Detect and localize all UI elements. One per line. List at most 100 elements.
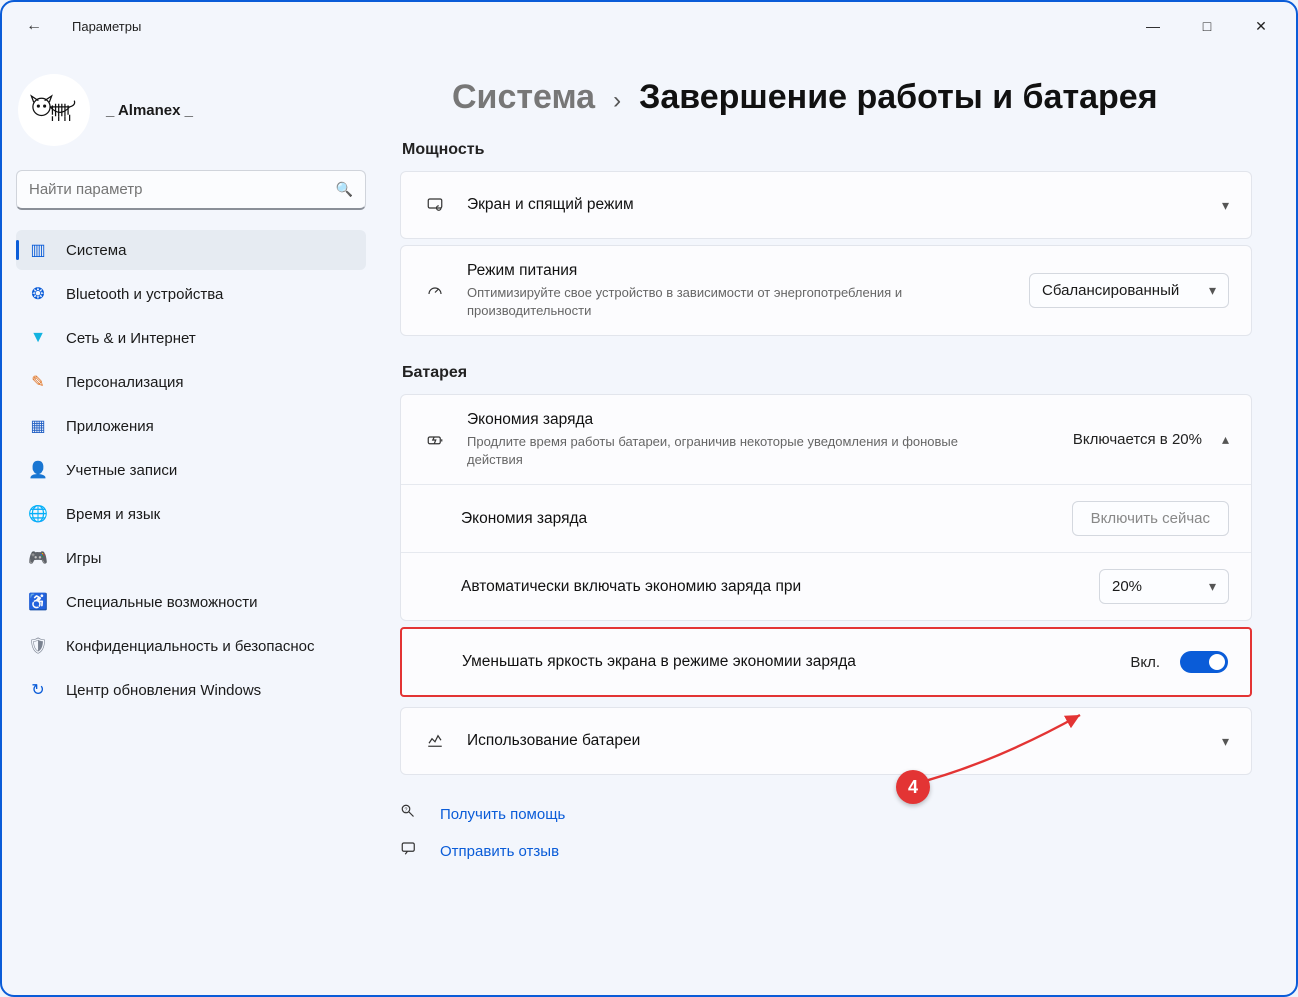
sidebar-nav: ▥ Система ❂ Bluetooth и устройства ▼ Сет…	[16, 230, 366, 710]
row-saver-auto: Автоматически включать экономию заряда п…	[401, 552, 1251, 620]
sidebar-item-label: Центр обновления Windows	[66, 682, 261, 699]
footer-links: ? Получить помощь Отправить отзыв	[400, 803, 1252, 863]
sidebar-item-label: Игры	[66, 550, 101, 567]
row-title: Экономия заряда	[467, 411, 1053, 429]
turn-on-now-button[interactable]: Включить сейчас	[1072, 501, 1229, 536]
select-value: Сбалансированный	[1042, 282, 1179, 299]
update-icon: ↻	[28, 680, 48, 700]
sidebar-item-label: Конфиденциальность и безопаснос	[66, 638, 314, 655]
sidebar-item-accounts[interactable]: 👤 Учетные записи	[16, 450, 366, 490]
row-title: Уменьшать яркость экрана в режиме эконом…	[462, 653, 1110, 671]
apps-icon: ▦	[28, 416, 48, 436]
row-title: Экран и спящий режим	[467, 196, 1202, 214]
dim-brightness-toggle[interactable]	[1180, 651, 1228, 673]
section-power-label: Мощность	[402, 141, 1252, 159]
give-feedback-link[interactable]: Отправить отзыв	[400, 840, 1252, 863]
sidebar-item-label: Bluetooth и устройства	[66, 286, 223, 303]
globe-icon: 🌐	[28, 504, 48, 524]
svg-text:?: ?	[405, 807, 408, 813]
sidebar-item-gaming[interactable]: 🎮 Игры	[16, 538, 366, 578]
main-content: Система › Завершение работы и батарея Мо…	[380, 50, 1296, 995]
row-battery-saver-header[interactable]: Экономия заряда Продлите время работы ба…	[401, 395, 1251, 484]
link-label: Отправить отзыв	[440, 843, 559, 860]
row-title: Использование батареи	[467, 732, 1202, 750]
chevron-right-icon: ›	[613, 87, 621, 115]
breadcrumb-parent[interactable]: Система	[452, 78, 595, 117]
chevron-down-icon: ▾	[1209, 282, 1216, 299]
profile-name: _ Almanex _	[106, 102, 193, 119]
battery-saver-status: Включается в 20%	[1073, 431, 1202, 448]
search-icon: 🔍	[336, 181, 353, 198]
card-battery-usage[interactable]: Использование батареи ▾	[400, 707, 1252, 775]
row-desc: Оптимизируйте свое устройство в зависимо…	[467, 284, 987, 319]
saver-threshold-select[interactable]: 20% ▾	[1099, 569, 1229, 604]
sidebar-item-label: Сеть & и Интернет	[66, 330, 196, 347]
monitor-icon	[423, 196, 447, 214]
sidebar-item-label: Система	[66, 242, 126, 259]
row-desc: Продлите время работы батареи, ограничив…	[467, 433, 987, 468]
gauge-icon	[423, 282, 447, 300]
annotation-badge: 4	[896, 770, 930, 804]
get-help-link[interactable]: ? Получить помощь	[400, 803, 1252, 826]
sidebar-item-time-language[interactable]: 🌐 Время и язык	[16, 494, 366, 534]
sidebar-item-system[interactable]: ▥ Система	[16, 230, 366, 270]
row-saver-now: Экономия заряда Включить сейчас	[401, 484, 1251, 552]
row-title: Автоматически включать экономию заряда п…	[461, 578, 1079, 596]
card-screen-sleep[interactable]: Экран и спящий режим ▾	[400, 171, 1252, 239]
select-value: 20%	[1112, 578, 1142, 595]
sidebar-item-network[interactable]: ▼ Сеть & и Интернет	[16, 318, 366, 358]
sidebar-item-privacy[interactable]: 🛡 Конфиденциальность и безопаснос	[16, 626, 366, 666]
maximize-button[interactable]: □	[1180, 7, 1234, 45]
row-title: Экономия заряда	[461, 510, 1052, 528]
chevron-up-icon: ▴	[1222, 431, 1229, 448]
card-battery-saver: Экономия заряда Продлите время работы ба…	[400, 394, 1252, 621]
wifi-icon: ▼	[28, 328, 48, 348]
bluetooth-icon: ❂	[28, 284, 48, 304]
accessibility-icon: ♿	[28, 592, 48, 612]
back-button[interactable]: ←	[20, 17, 48, 35]
settings-window: ← Параметры — □ ✕ _ Alm	[0, 0, 1298, 997]
card-power-mode: Режим питания Оптимизируйте свое устройс…	[400, 245, 1252, 336]
help-icon: ?	[400, 803, 422, 826]
sidebar-item-label: Приложения	[66, 418, 154, 435]
toggle-state: Вкл.	[1130, 654, 1160, 671]
sidebar-item-windows-update[interactable]: ↻ Центр обновления Windows	[16, 670, 366, 710]
avatar	[18, 74, 90, 146]
chart-icon	[423, 732, 447, 750]
breadcrumb-current: Завершение работы и батарея	[639, 78, 1157, 117]
window-title: Параметры	[72, 19, 141, 34]
sidebar-item-label: Время и язык	[66, 506, 160, 523]
close-button[interactable]: ✕	[1234, 7, 1288, 45]
search-box[interactable]: 🔍	[16, 170, 366, 210]
row-dim-brightness: Уменьшать яркость экрана в режиме эконом…	[402, 629, 1250, 695]
sidebar-item-apps[interactable]: ▦ Приложения	[16, 406, 366, 446]
brush-icon: ✎	[28, 372, 48, 392]
section-battery-label: Батарея	[402, 364, 1252, 382]
sidebar-item-bluetooth[interactable]: ❂ Bluetooth и устройства	[16, 274, 366, 314]
minimize-button[interactable]: —	[1126, 7, 1180, 45]
battery-saver-icon	[423, 431, 447, 449]
gamepad-icon: 🎮	[28, 548, 48, 568]
link-label: Получить помощь	[440, 806, 565, 823]
sidebar-item-label: Учетные записи	[66, 462, 177, 479]
breadcrumb: Система › Завершение работы и батарея	[452, 78, 1252, 117]
sidebar-item-label: Персонализация	[66, 374, 184, 391]
sidebar: _ Almanex _ 🔍 ▥ Система ❂ Bluetooth и ус…	[2, 50, 380, 995]
chevron-down-icon: ▾	[1209, 578, 1216, 595]
sidebar-item-label: Специальные возможности	[66, 594, 258, 611]
search-input[interactable]	[29, 181, 336, 198]
person-icon: 👤	[28, 460, 48, 480]
chevron-down-icon: ▾	[1222, 733, 1229, 750]
chevron-down-icon: ▾	[1222, 197, 1229, 214]
window-controls: — □ ✕	[1126, 7, 1288, 45]
feedback-icon	[400, 840, 422, 863]
sidebar-item-personalization[interactable]: ✎ Персонализация	[16, 362, 366, 402]
power-mode-select[interactable]: Сбалансированный ▾	[1029, 273, 1229, 308]
sidebar-item-accessibility[interactable]: ♿ Специальные возможности	[16, 582, 366, 622]
titlebar: ← Параметры — □ ✕	[2, 2, 1296, 50]
row-title: Режим питания	[467, 262, 1009, 280]
card-dim-brightness: Уменьшать яркость экрана в режиме эконом…	[400, 627, 1252, 697]
shield-icon: 🛡	[28, 636, 48, 656]
profile[interactable]: _ Almanex _	[18, 74, 366, 146]
system-icon: ▥	[28, 240, 48, 260]
